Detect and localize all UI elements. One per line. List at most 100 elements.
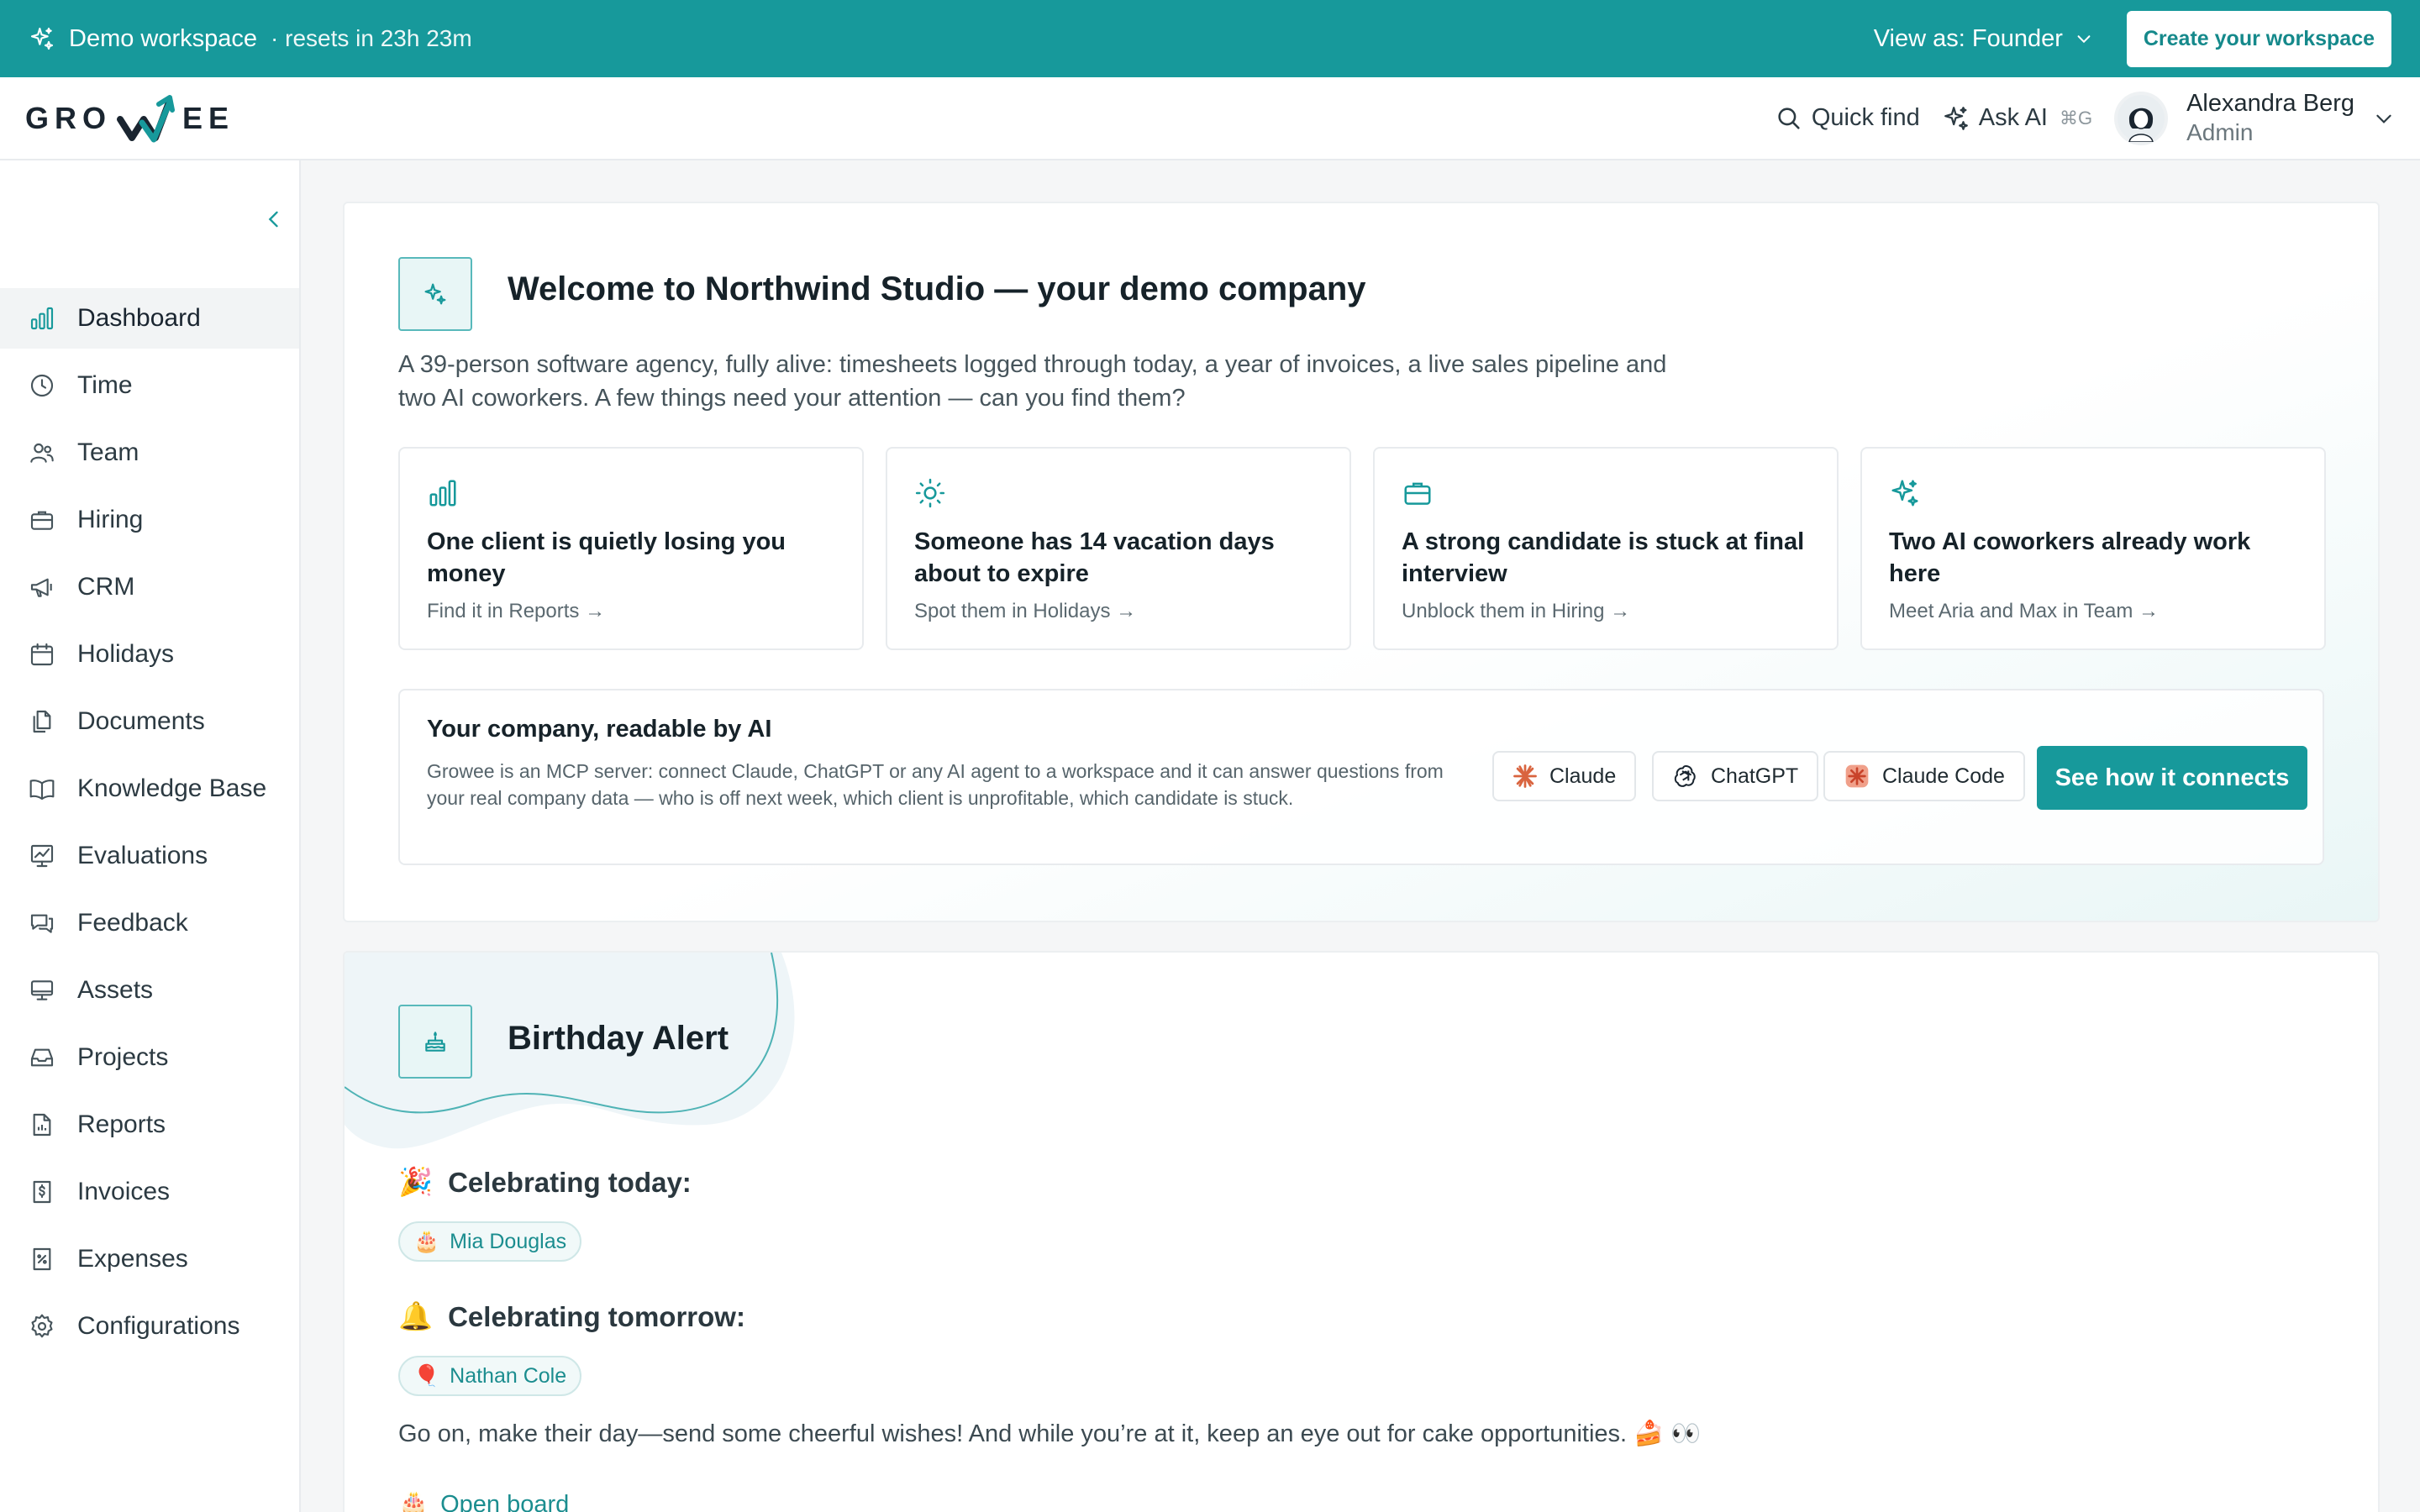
birthday-alert-card: Birthday Alert 🎉 Celebrating today: 🎂 Mi…: [343, 951, 2380, 1512]
quick-find-button[interactable]: Quick find: [1775, 104, 1920, 133]
open-board-link[interactable]: 🎂 Open board: [398, 1490, 569, 1512]
user-role: Admin: [2186, 119, 2254, 146]
tile-vacation-days[interactable]: Someone has 14 vacation days about to ex…: [886, 447, 1351, 650]
birthday-message: Go on, make their day—send some cheerful…: [398, 1420, 1702, 1447]
sidebar-item-assets[interactable]: Assets: [0, 960, 299, 1021]
chevron-down-icon[interactable]: [2373, 108, 2395, 129]
sidebar-item-label: CRM: [77, 573, 135, 601]
avatar[interactable]: [2114, 91, 2169, 145]
chip-chatgpt[interactable]: ChatGPT: [1652, 751, 1819, 801]
calendar-icon: [30, 643, 54, 666]
person-pill-today[interactable]: 🎂 Mia Douglas: [398, 1221, 582, 1262]
sidebar-item-holidays[interactable]: Holidays: [0, 624, 299, 685]
sidebar-item-label: Configurations: [77, 1312, 240, 1340]
sparkles-icon: [30, 27, 54, 50]
monitor-icon: [30, 980, 54, 1000]
tile-link[interactable]: Meet Aria and Max in Team →: [1889, 600, 2297, 623]
logo-text-left: GRO: [25, 100, 113, 135]
sidebar-item-expenses[interactable]: Expenses: [0, 1229, 299, 1289]
sidebar-item-label: Documents: [77, 707, 205, 735]
tile-title: Two AI coworkers already work here: [1889, 528, 2251, 587]
sidebar-item-reports[interactable]: Reports: [0, 1095, 299, 1155]
view-as-dropdown[interactable]: View as: Founder: [1874, 25, 2093, 53]
tile-link[interactable]: Find it in Reports →: [427, 600, 835, 623]
tile-title: One client is quietly losing you money: [427, 528, 786, 587]
sidebar-item-label: Expenses: [77, 1245, 188, 1273]
logo-text-right: EE: [182, 100, 235, 135]
bar-chart-icon: [429, 480, 456, 507]
chip-claude[interactable]: Claude: [1492, 751, 1637, 801]
view-as-label: View as: Founder: [1873, 24, 2063, 52]
celebrating-tomorrow-label: Celebrating tomorrow:: [448, 1300, 745, 1332]
bell-emoji: 🔔: [398, 1300, 434, 1331]
sidebar-item-documents[interactable]: Documents: [0, 691, 299, 752]
ask-ai-button[interactable]: Ask AI ⌘G: [1942, 104, 2092, 133]
tile-link[interactable]: Unblock them in Hiring →: [1402, 600, 1810, 623]
create-workspace-button[interactable]: Create your workspace: [2126, 10, 2391, 67]
welcome-title: Welcome to Northwind Studio — your demo …: [508, 270, 1366, 307]
tile-ai-coworkers[interactable]: Two AI coworkers already work here Meet …: [1860, 447, 2326, 650]
birthday-icon-box: [398, 1005, 472, 1079]
sparkles-icon: [1944, 106, 1968, 130]
claude-logo-icon: [1513, 764, 1537, 788]
tile-title: Someone has 14 vacation days about to ex…: [914, 528, 1275, 587]
person-name: Nathan Cole: [450, 1363, 567, 1388]
sidebar-item-label: Holidays: [77, 640, 175, 668]
sidebar-item-label: Time: [77, 371, 133, 399]
attention-tiles: One client is quietly losing you money F…: [398, 447, 2326, 650]
celebrating-today-heading: 🎉 Celebrating today:: [398, 1166, 692, 1199]
person-name: Mia Douglas: [450, 1229, 567, 1253]
users-icon: [30, 443, 54, 463]
evaluation-icon: [30, 844, 54, 868]
chip-label: ChatGPT: [1711, 764, 1799, 788]
welcome-card: Welcome to Northwind Studio — your demo …: [343, 202, 2380, 922]
book-icon: [29, 780, 55, 801]
ask-ai-shortcut: ⌘G: [2059, 107, 2093, 129]
sidebar-item-label: Feedback: [77, 909, 188, 937]
invoice-icon: [33, 1180, 51, 1204]
sidebar-item-evaluations[interactable]: Evaluations: [0, 826, 299, 886]
sidebar-item-dashboard[interactable]: Dashboard: [0, 288, 299, 349]
balloon-emoji: 🎈: [413, 1363, 440, 1388]
chevron-down-icon: [2077, 35, 2091, 44]
sidebar-item-feedback[interactable]: Feedback: [0, 893, 299, 953]
open-board-label: Open board: [440, 1490, 570, 1512]
claude-code-logo-icon: [1845, 764, 1869, 788]
sidebar-item-label: Reports: [77, 1110, 166, 1138]
tile-link[interactable]: Spot them in Holidays →: [914, 600, 1323, 623]
expense-icon: [33, 1247, 51, 1271]
sidebar-item-label: Knowledge Base: [77, 774, 267, 802]
welcome-icon-box: [398, 257, 472, 331]
cake-icon: [425, 1032, 445, 1052]
top-header: GRO EE Quick find Ask AI ⌘G Alexandra Be…: [0, 77, 2420, 160]
sidebar: Dashboard Time Team Hiring CRM Holidays …: [0, 160, 301, 1512]
user-menu[interactable]: Alexandra Berg Admin: [2186, 89, 2354, 146]
collapse-sidebar-icon[interactable]: [262, 207, 286, 231]
sidebar-item-team[interactable]: Team: [0, 423, 299, 483]
person-pill-tomorrow[interactable]: 🎈 Nathan Cole: [398, 1356, 582, 1396]
chip-claude-code[interactable]: Claude Code: [1823, 751, 2025, 801]
sidebar-item-configurations[interactable]: Configurations: [0, 1296, 299, 1357]
sidebar-item-knowledge-base[interactable]: Knowledge Base: [0, 759, 299, 819]
chip-label: Claude Code: [1882, 764, 2005, 788]
sidebar-item-hiring[interactable]: Hiring: [0, 490, 299, 550]
sidebar-item-time[interactable]: Time: [0, 355, 299, 416]
ai-readable-panel: Your company, readable by AI Growee is a…: [398, 689, 2324, 865]
see-how-it-connects-button[interactable]: See how it connects: [2037, 746, 2307, 810]
welcome-description: A 39-person software agency, fully alive…: [398, 351, 1667, 412]
tile-stuck-candidate[interactable]: A strong candidate is stuck at final int…: [1373, 447, 1839, 650]
growee-logo[interactable]: GRO EE: [25, 94, 234, 143]
sidebar-item-label: Team: [77, 438, 139, 466]
sidebar-item-invoices[interactable]: Invoices: [0, 1162, 299, 1222]
sidebar-item-projects[interactable]: Projects: [0, 1027, 299, 1088]
sidebar-item-label: Evaluations: [77, 842, 208, 869]
sidebar-item-crm[interactable]: CRM: [0, 557, 299, 617]
user-avatar-icon: [2118, 94, 2165, 142]
sun-icon: [915, 478, 945, 508]
sidebar-item-label: Projects: [77, 1043, 169, 1071]
report-icon: [33, 1113, 51, 1137]
sidebar-item-label: Dashboard: [77, 304, 201, 332]
reset-countdown: · resets in 23h 23m: [271, 25, 472, 51]
tile-losing-money[interactable]: One client is quietly losing you money F…: [398, 447, 864, 650]
party-emoji: 🎉: [398, 1166, 434, 1197]
